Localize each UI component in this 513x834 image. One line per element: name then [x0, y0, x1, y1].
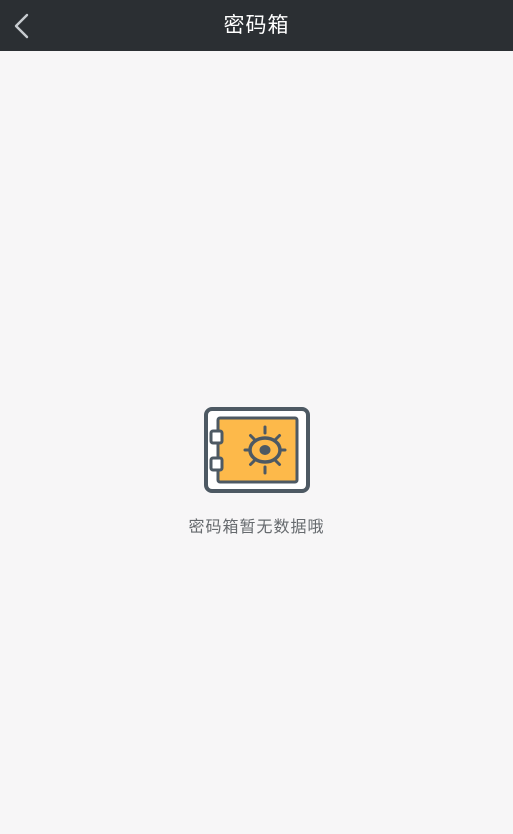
back-button[interactable]: [0, 0, 48, 51]
page-title: 密码箱: [223, 13, 290, 37]
safe-icon: [203, 407, 310, 493]
chevron-left-icon: [14, 13, 29, 39]
password-box-screen: 密码箱 密码箱暂无数据哦: [0, 0, 513, 834]
empty-message: 密码箱暂无数据哦: [188, 517, 325, 536]
empty-state: 密码箱暂无数据哦: [0, 405, 513, 537]
navigation-bar: 密码箱: [0, 0, 513, 51]
